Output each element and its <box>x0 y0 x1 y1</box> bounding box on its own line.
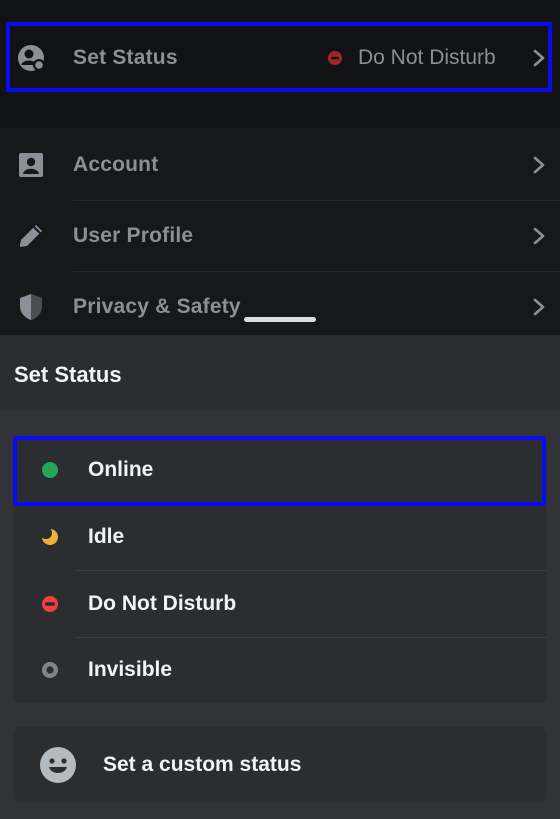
status-option-idle[interactable]: Idle <box>13 504 547 570</box>
chevron-right-icon <box>533 298 545 316</box>
settings-item-user-profile[interactable]: User Profile <box>0 201 560 271</box>
status-option-label: Idle <box>88 525 125 548</box>
status-option-dnd[interactable]: Do Not Disturb <box>13 571 547 637</box>
shield-icon <box>20 294 42 320</box>
settings-item-privacy-safety[interactable]: Privacy & Safety <box>0 272 560 342</box>
custom-status-label: Set a custom status <box>103 753 302 776</box>
chevron-right-icon <box>533 227 545 245</box>
status-option-label: Do Not Disturb <box>88 592 237 615</box>
settings-item-account[interactable]: Account <box>0 130 560 200</box>
sheet-title: Set Status <box>14 362 122 387</box>
moon-icon <box>41 528 58 545</box>
set-status-highlight <box>6 22 552 92</box>
invisible-ring-icon <box>42 662 58 678</box>
smiley-face-icon <box>40 747 76 783</box>
online-option-highlight <box>13 436 546 506</box>
settings-item-label: User Profile <box>73 224 194 247</box>
sheet-drag-handle[interactable] <box>244 317 316 322</box>
custom-status-button[interactable]: Set a custom status <box>13 727 547 803</box>
dnd-icon <box>42 596 58 612</box>
status-option-invisible[interactable]: Invisible <box>13 637 547 703</box>
chevron-right-icon <box>533 156 545 174</box>
status-option-label: Invisible <box>88 658 173 681</box>
account-card-icon <box>19 153 43 177</box>
settings-item-label: Account <box>73 153 159 176</box>
pencil-icon <box>20 225 42 247</box>
settings-item-label: Privacy & Safety <box>73 295 241 318</box>
